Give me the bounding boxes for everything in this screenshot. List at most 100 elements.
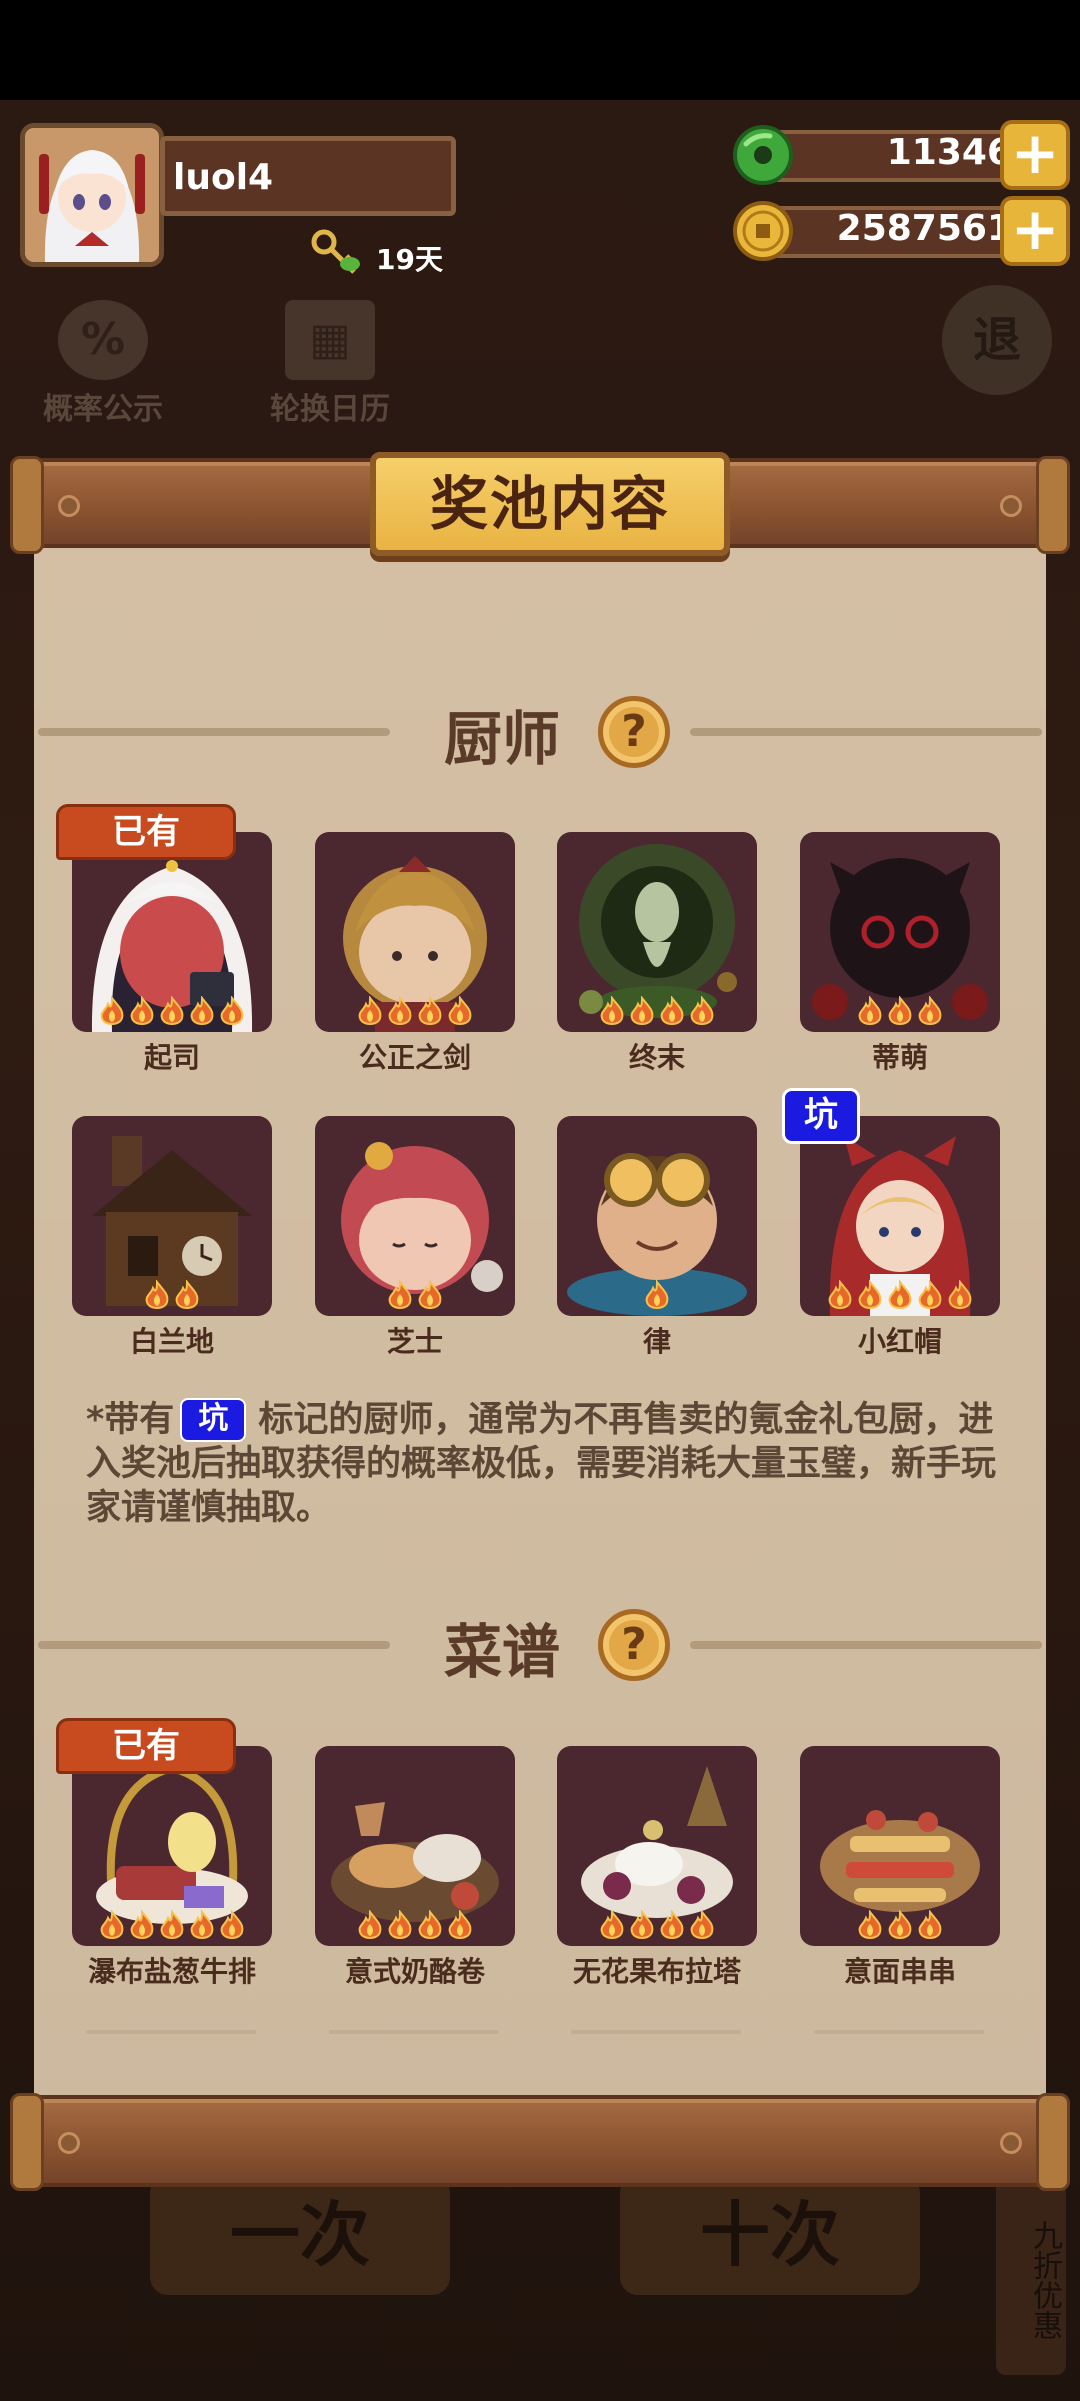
- calendar-label: 轮换日历: [270, 392, 390, 427]
- recipe-stars: [72, 1909, 272, 1942]
- flame-star-icon: [386, 995, 414, 1028]
- chef-stars: [72, 995, 272, 1028]
- flame-star-icon: [856, 995, 884, 1028]
- chef-card-dimeng[interactable]: [800, 832, 1000, 1032]
- flame-star-icon: [688, 1909, 716, 1942]
- player-name-plate[interactable]: luol4: [160, 136, 456, 216]
- next-row-hint: [571, 2030, 741, 2034]
- flame-star-icon: [143, 1279, 171, 1312]
- chef-name: 律: [642, 1325, 671, 1358]
- chef-name: 起司: [143, 1041, 200, 1074]
- chef-card-justice-sword[interactable]: [315, 832, 515, 1032]
- flame-star-icon: [446, 995, 474, 1028]
- flame-star-icon: [188, 1909, 216, 1942]
- chef-card-zhongmo[interactable]: [557, 832, 757, 1032]
- chef-help-icon[interactable]: ?: [598, 696, 670, 768]
- chef-stars: [72, 1279, 272, 1312]
- recipe-section-title: 菜谱: [444, 1618, 561, 1686]
- recipe-name: 无花果布拉塔: [572, 1955, 741, 1988]
- flame-star-icon: [218, 1909, 246, 1942]
- flame-star-icon: [886, 995, 914, 1028]
- add-jade-button[interactable]: +: [1000, 120, 1070, 190]
- flame-star-icon: [416, 1909, 444, 1942]
- jade-icon: [733, 125, 793, 185]
- flame-star-icon: [158, 995, 186, 1028]
- flame-star-icon: [446, 1909, 474, 1942]
- flame-star-icon: [826, 1279, 854, 1312]
- flame-star-icon: [658, 1909, 686, 1942]
- chef-card-qisi[interactable]: [72, 832, 272, 1032]
- chef-card-little-red-hood[interactable]: [800, 1116, 1000, 1316]
- jade-currency: 11346 +: [730, 120, 1070, 190]
- nail-icon: [58, 495, 80, 517]
- flame-star-icon: [356, 1909, 384, 1942]
- chef-stars: [315, 995, 515, 1028]
- flame-star-icon: [688, 995, 716, 1028]
- recipe-name: 意式奶酪卷: [344, 1955, 485, 1988]
- player-avatar[interactable]: [20, 123, 164, 267]
- flame-star-icon: [856, 1279, 884, 1312]
- days-counter: 19天: [376, 243, 443, 276]
- flame-star-icon: [946, 1279, 974, 1312]
- flame-star-icon: [128, 995, 156, 1028]
- chef-name: 小红帽: [857, 1325, 942, 1358]
- recipe-help-icon[interactable]: ?: [598, 1609, 670, 1681]
- avatar-portrait: [25, 128, 159, 262]
- exit-button: 退: [942, 285, 1052, 395]
- flame-star-icon: [188, 995, 216, 1028]
- chef-section-title: 厨师: [444, 705, 561, 773]
- owned-badge: 已有: [56, 804, 236, 860]
- nail-icon: [58, 2132, 80, 2154]
- flame-star-icon: [628, 1909, 656, 1942]
- recipe-section-header: 菜谱 ?: [34, 1603, 1046, 1686]
- flame-star-icon: [643, 1279, 671, 1312]
- modal-bottom-plank: [10, 2093, 1070, 2191]
- recipe-card-fig-burrata[interactable]: [557, 1746, 757, 1946]
- key-icon: [311, 229, 360, 274]
- pit-badge: 坑: [782, 1088, 860, 1144]
- add-coin-button[interactable]: +: [1000, 196, 1070, 266]
- draw-once-button: 一次: [150, 2175, 450, 2295]
- coin-currency: 2587561 +: [730, 196, 1070, 266]
- next-row-hint: [86, 2030, 256, 2034]
- recipe-card-italian-cheese-roll[interactable]: [315, 1746, 515, 1946]
- recipe-stars: [315, 1909, 515, 1942]
- flame-star-icon: [416, 1279, 444, 1312]
- chef-name: 公正之剑: [358, 1041, 471, 1074]
- flame-star-icon: [598, 1909, 626, 1942]
- chef-card-cheese[interactable]: [315, 1116, 515, 1316]
- jade-value: 11346: [886, 132, 1012, 173]
- calendar-icon: ▦: [285, 300, 375, 380]
- recipe-name: 瀑布盐葱牛排: [87, 1955, 256, 1988]
- flame-star-icon: [386, 1909, 414, 1942]
- note-prefix: *带有: [86, 1400, 175, 1440]
- chef-section-header: 厨师 ?: [34, 690, 1046, 773]
- flame-star-icon: [98, 995, 126, 1028]
- recipe-card-pasta-skewers[interactable]: [800, 1746, 1000, 1946]
- flame-star-icon: [598, 995, 626, 1028]
- coin-value: 2587561: [836, 208, 1012, 249]
- note-pit-badge: 坑: [180, 1398, 247, 1442]
- flame-star-icon: [886, 1909, 914, 1942]
- recipe-stars: [557, 1909, 757, 1942]
- chef-stars: [557, 1279, 757, 1312]
- flame-star-icon: [916, 1909, 944, 1942]
- flame-star-icon: [916, 1279, 944, 1312]
- flame-star-icon: [886, 1279, 914, 1312]
- chef-card-brandy[interactable]: [72, 1116, 272, 1316]
- flame-star-icon: [916, 995, 944, 1028]
- owned-badge: 已有: [56, 1718, 236, 1774]
- recipe-card-waterfall-steak[interactable]: [72, 1746, 272, 1946]
- chef-name: 蒂萌: [871, 1041, 928, 1074]
- next-row-hint: [329, 2030, 499, 2034]
- chef-name: 白兰地: [129, 1325, 214, 1358]
- modal-title-badge: 奖池内容: [370, 452, 730, 556]
- percent-icon: %: [58, 300, 148, 380]
- chef-card-lv[interactable]: [557, 1116, 757, 1316]
- recipe-stars: [800, 1909, 1000, 1942]
- chef-name: 终末: [628, 1041, 685, 1074]
- player-name: luol4: [173, 157, 274, 198]
- flame-star-icon: [416, 995, 444, 1028]
- probability-button: % 概率公示: [28, 300, 178, 428]
- flame-star-icon: [158, 1909, 186, 1942]
